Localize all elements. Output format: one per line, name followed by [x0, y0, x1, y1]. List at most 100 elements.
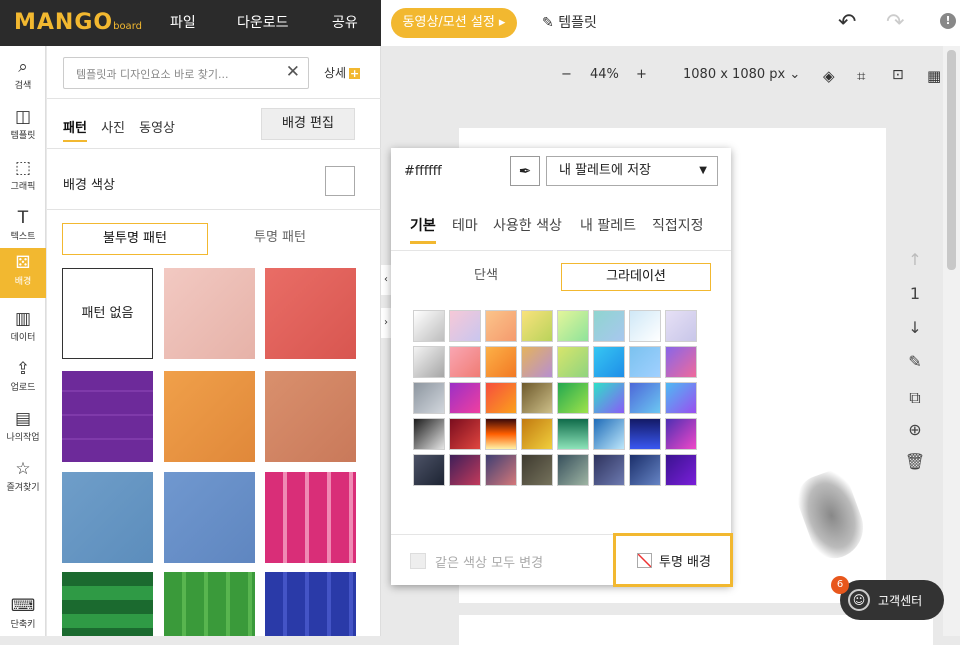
zoom-value[interactable]: 44% — [590, 67, 619, 82]
sidebar-item-my-work[interactable]: ▤ 나의작업 — [0, 404, 46, 454]
canvas-size-select[interactable]: 1080 x 1080 px ⌄ — [683, 67, 800, 82]
tab-video[interactable]: 동영상 — [139, 121, 175, 136]
save-palette-select[interactable]: 내 팔레트에 저장 ▼ — [546, 156, 718, 186]
no-pattern-tile[interactable]: 패턴 없음 — [62, 268, 153, 359]
sidebar-item-data[interactable]: ▥ 데이터 — [0, 304, 46, 354]
logo[interactable]: MANGOboard — [14, 10, 142, 35]
gradient-swatch[interactable] — [449, 418, 481, 450]
gradient-swatch[interactable] — [593, 454, 625, 486]
gradient-swatch[interactable] — [521, 382, 553, 414]
tab-my-palette[interactable]: 내 팔레트 — [580, 215, 636, 235]
scrollbar[interactable] — [943, 46, 960, 636]
tab-photo[interactable]: 사진 — [101, 121, 125, 136]
menu-share[interactable]: 공유 — [332, 12, 358, 32]
sidebar-item-background[interactable]: ⚄ 배경 — [0, 248, 46, 298]
sidebar-item-shortcuts[interactable]: ⌨ 단축키 — [0, 591, 46, 641]
collapse-right-icon[interactable]: › — [381, 308, 391, 338]
gradient-swatch[interactable] — [593, 310, 625, 342]
template-name[interactable]: ✎ 템플릿 — [542, 12, 597, 32]
gradient-swatch[interactable] — [557, 382, 589, 414]
gradient-swatch[interactable] — [665, 310, 697, 342]
pattern-tile[interactable] — [265, 268, 356, 359]
layers-icon[interactable]: ◈ — [823, 67, 835, 85]
pattern-tile[interactable] — [265, 572, 356, 636]
search-input[interactable]: 템플릿과 디자인요소 바로 찾기... ✕ — [63, 57, 309, 89]
gradient-swatch[interactable] — [665, 454, 697, 486]
gradient-swatch[interactable] — [449, 346, 481, 378]
tab-custom[interactable]: 직접지정 — [652, 215, 704, 235]
eyedropper-icon[interactable]: ✒ — [510, 156, 540, 186]
pattern-tile[interactable] — [265, 472, 356, 563]
gradient-swatch[interactable] — [629, 382, 661, 414]
zoom-out-button[interactable]: − — [561, 67, 572, 82]
color-dropper-icon[interactable]: ✎ — [900, 352, 930, 388]
gradient-swatch[interactable] — [557, 418, 589, 450]
background-edit-button[interactable]: 배경 편집 — [261, 108, 355, 140]
resize-icon[interactable]: ⊡ — [892, 67, 904, 83]
sidebar-item-template[interactable]: ◫ 템플릿 — [0, 102, 46, 152]
gradient-swatch[interactable] — [413, 418, 445, 450]
trash-icon[interactable]: 🗑 — [900, 452, 930, 486]
tab-used-colors[interactable]: 사용한 색상 — [493, 215, 562, 235]
gradient-swatch[interactable] — [593, 382, 625, 414]
gradient-swatch[interactable] — [485, 418, 517, 450]
gradient-swatch[interactable] — [521, 454, 553, 486]
add-page-icon[interactable]: ⊕ — [900, 420, 930, 452]
tab-opaque-pattern[interactable]: 불투명 패턴 — [62, 223, 208, 255]
tab-solid[interactable]: 단색 — [411, 263, 561, 291]
page-up-icon[interactable]: ↑ — [900, 250, 930, 284]
grid-icon[interactable]: ▦ — [927, 67, 941, 85]
tab-theme[interactable]: 테마 — [452, 215, 478, 235]
gradient-swatch[interactable] — [413, 346, 445, 378]
pattern-tile[interactable] — [164, 572, 255, 636]
gradient-swatch[interactable] — [449, 310, 481, 342]
gradient-swatch[interactable] — [593, 346, 625, 378]
clear-icon[interactable]: ✕ — [286, 62, 300, 82]
gradient-swatch[interactable] — [413, 454, 445, 486]
scrollbar-thumb[interactable] — [947, 50, 956, 270]
info-icon[interactable]: ! — [940, 13, 956, 29]
pattern-tile[interactable] — [164, 268, 255, 359]
tab-pattern[interactable]: 패턴 — [63, 121, 87, 142]
gradient-swatch[interactable] — [629, 310, 661, 342]
transparent-background-button[interactable]: 투명 배경 — [613, 533, 733, 587]
hand-image[interactable] — [791, 466, 872, 565]
undo-icon[interactable]: ↶ — [838, 10, 856, 35]
menu-file[interactable]: 파일 — [170, 12, 196, 32]
zoom-in-button[interactable]: + — [636, 67, 647, 82]
gradient-swatch[interactable] — [485, 382, 517, 414]
tab-gradient[interactable]: 그라데이션 — [561, 263, 711, 291]
sidebar-item-text[interactable]: T 텍스트 — [0, 203, 46, 253]
tab-transparent-pattern[interactable]: 투명 패턴 — [207, 223, 353, 255]
pattern-tile[interactable] — [164, 472, 255, 563]
gradient-swatch[interactable] — [629, 454, 661, 486]
gradient-swatch[interactable] — [557, 454, 589, 486]
gradient-swatch[interactable] — [665, 382, 697, 414]
gradient-swatch[interactable] — [521, 418, 553, 450]
video-motion-button[interactable]: 동영상/모션 설정 ▸ — [391, 8, 517, 38]
sidebar-item-favorites[interactable]: ☆ 즐겨찾기 — [0, 454, 46, 504]
pattern-tile[interactable] — [62, 472, 153, 563]
tab-basic[interactable]: 기본 — [410, 215, 436, 244]
pattern-tile[interactable] — [164, 371, 255, 462]
gradient-swatch[interactable] — [485, 454, 517, 486]
same-color-checkbox[interactable] — [410, 553, 426, 569]
pattern-tile[interactable] — [62, 371, 153, 462]
customer-center-button[interactable]: 6 ☺ 고객센터 — [831, 576, 944, 620]
crop-icon[interactable]: ⌗ — [857, 67, 865, 85]
collapse-left-icon[interactable]: ‹ — [381, 265, 391, 295]
gradient-swatch[interactable] — [665, 346, 697, 378]
hex-value[interactable]: #ffffff — [404, 164, 442, 179]
sidebar-item-graphic[interactable]: ⬚ 그래픽 — [0, 153, 46, 203]
background-color-swatch[interactable] — [325, 166, 355, 196]
gradient-swatch[interactable] — [485, 346, 517, 378]
gradient-swatch[interactable] — [449, 382, 481, 414]
gradient-swatch[interactable] — [593, 418, 625, 450]
gradient-swatch[interactable] — [557, 310, 589, 342]
gradient-swatch[interactable] — [485, 310, 517, 342]
gradient-swatch[interactable] — [521, 310, 553, 342]
duplicate-icon[interactable]: ⧉ — [900, 388, 930, 420]
detail-button[interactable]: 상세 + — [324, 64, 361, 81]
menu-download[interactable]: 다운로드 — [237, 12, 289, 32]
gradient-swatch[interactable] — [629, 346, 661, 378]
